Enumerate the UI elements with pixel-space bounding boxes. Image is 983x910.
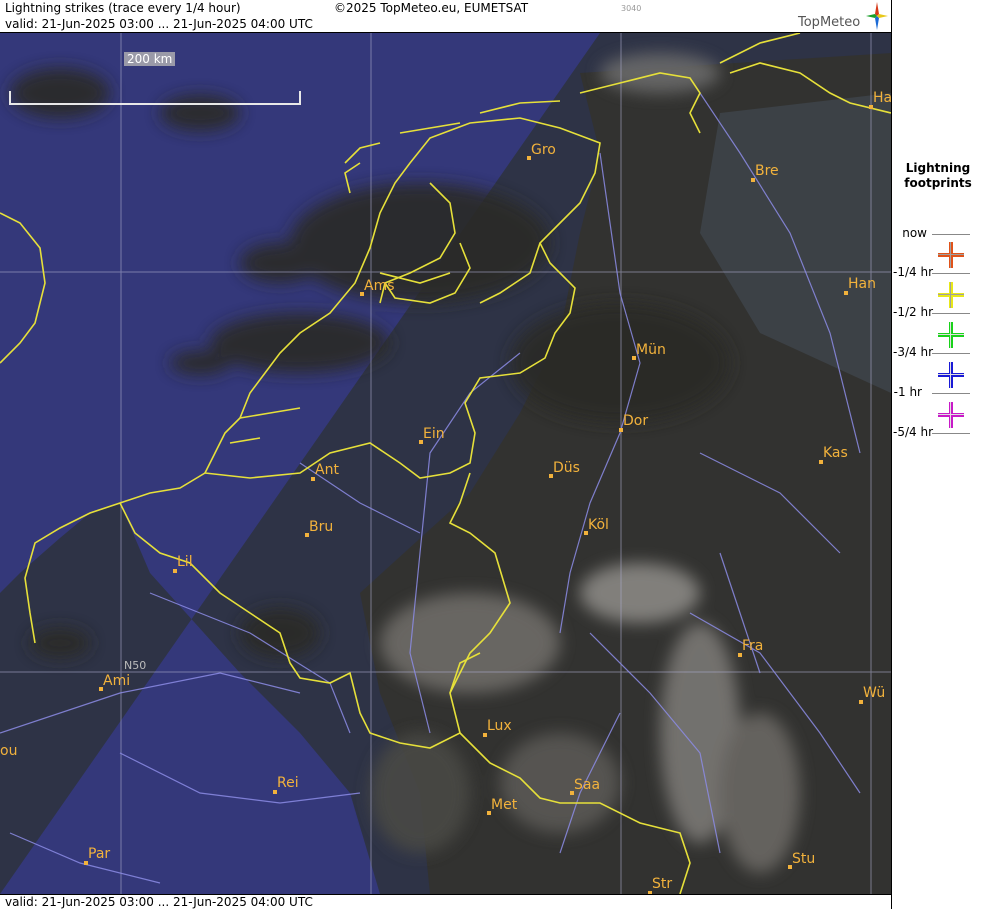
valid-time: valid: 21-Jun-2025 03:00 ... 21-Jun-2025…: [5, 17, 313, 31]
legend-divider: [932, 433, 970, 434]
legend-label: -1/4 hr: [893, 265, 933, 279]
satellite-map[interactable]: 200 km N50 Gro Bre Ha Ams Han Mün Dor Ei…: [0, 33, 891, 894]
city-label: Düs: [553, 460, 580, 476]
city-label: Met: [491, 797, 518, 813]
city-label: Ha: [873, 90, 891, 106]
city-label: Ami: [103, 673, 131, 689]
city-label: Bre: [755, 163, 779, 179]
legend-label: -1 hr: [893, 385, 922, 399]
city-label: Fra: [742, 638, 764, 654]
city-label: Lil: [177, 554, 193, 570]
compass-star-icon: [866, 2, 888, 30]
map-title: Lightning strikes (trace every 1/4 hour): [5, 1, 241, 15]
legend-divider: [932, 353, 970, 354]
city-label: Rei: [277, 775, 299, 791]
legend-divider: [932, 313, 970, 314]
topmeteo-logo[interactable]: TopMeteo: [798, 2, 888, 32]
logo-text: TopMeteo: [798, 15, 861, 30]
scale-bar: [9, 91, 301, 105]
city-label: Kas: [823, 445, 848, 461]
city-label: Dor: [623, 413, 649, 429]
legend-label: -3/4 hr: [893, 345, 933, 359]
legend-divider: [932, 234, 970, 235]
latitude-label: N50: [124, 659, 147, 672]
legend-label: -5/4 hr: [893, 425, 933, 439]
legend-divider: [932, 393, 970, 394]
city-label: Stu: [792, 851, 816, 867]
city-label: Bru: [309, 519, 334, 535]
city-label: Han: [848, 276, 876, 292]
city-label: Gro: [531, 142, 556, 158]
cross-icon: [938, 402, 964, 428]
legend-label: -1/2 hr: [893, 305, 933, 319]
city-label: Wü: [863, 685, 886, 701]
legend-divider: [932, 273, 970, 274]
map-code: 3040: [621, 4, 642, 13]
city-label: Par: [88, 846, 111, 862]
city-label: Lux: [487, 718, 512, 734]
copyright: ©2025 TopMeteo.eu, EUMETSAT: [334, 1, 529, 15]
scale-label: 200 km: [124, 52, 176, 66]
cross-icon: [938, 242, 964, 268]
city-label: Ant: [315, 462, 339, 478]
legend-title: Lightning footprints: [892, 161, 983, 191]
city-label: Ein: [423, 426, 445, 442]
city-label: Str: [652, 876, 673, 892]
header-bar: Lightning strikes (trace every 1/4 hour)…: [0, 0, 891, 33]
footer-bar: valid: 21-Jun-2025 03:00 ... 21-Jun-2025…: [0, 894, 891, 910]
valid-time-footer: valid: 21-Jun-2025 03:00 ... 21-Jun-2025…: [5, 895, 313, 909]
city-label: Ams: [364, 278, 395, 294]
city-label: Mün: [636, 342, 666, 358]
legend-title-line1: Lightning: [905, 161, 971, 175]
legend-title-line2: footprints: [904, 176, 972, 190]
city-label: Köl: [588, 517, 609, 533]
legend-panel: Lightning footprints now -1/4 hr -1/2 hr…: [891, 0, 983, 909]
legend-label-now: now: [902, 226, 927, 240]
cross-icon: [938, 322, 964, 348]
city-label: Saa: [574, 777, 601, 793]
city-label: ou: [0, 743, 18, 759]
cross-icon: [938, 282, 964, 308]
cross-icon: [938, 362, 964, 388]
